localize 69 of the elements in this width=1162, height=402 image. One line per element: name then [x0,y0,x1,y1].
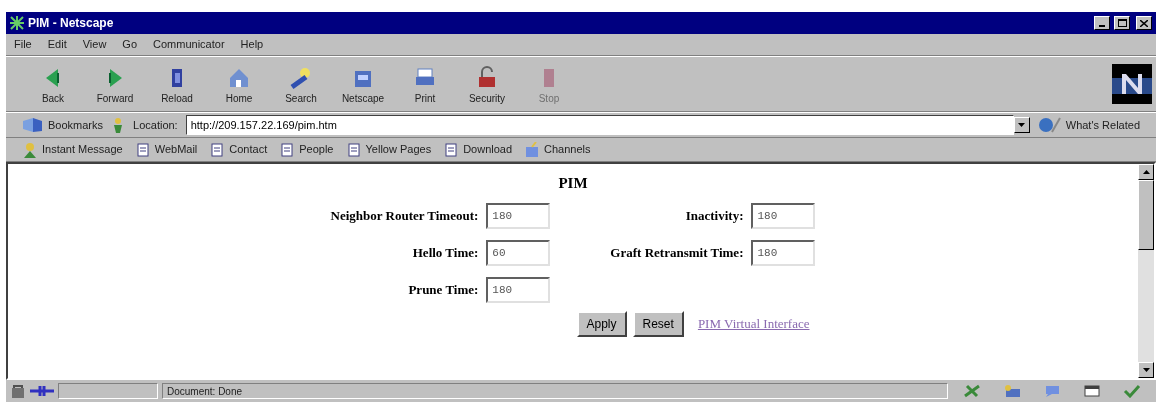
personal-toolbar-button[interactable]: Channels [524,141,591,158]
maximize-button[interactable] [1114,16,1130,30]
toolbar-button[interactable]: Netscape [332,62,394,106]
scroll-up-button[interactable] [1138,164,1154,180]
toolbar-button[interactable]: Print [394,62,456,106]
personal-toolbar-button[interactable]: Contact [209,141,268,158]
text-field[interactable]: 60 [486,239,551,266]
netscape-logo-icon [1112,64,1152,104]
toolbar-button[interactable]: Security [456,62,518,106]
caret-icon [1018,123,1026,127]
bookmarks-button[interactable]: Bookmarks [22,116,104,134]
menu-item[interactable]: File [14,36,32,53]
checkmark-icon[interactable] [1123,384,1141,398]
menu-item[interactable]: View [82,36,107,53]
field-label: Inactivity: [685,206,744,225]
page-heading: PIM [558,174,588,193]
field-label: Graft Retransmit Time: [610,243,744,262]
pim-virtual-interface-link[interactable]: PIM Virtual Interface [697,313,810,334]
down-arrow-icon [1142,368,1150,372]
bookmark-page-icon [134,141,151,158]
window-icon[interactable] [1083,384,1101,398]
close-button[interactable] [1136,16,1152,30]
field-label: Prune Time: [408,280,479,299]
scrollbar[interactable] [1138,164,1154,378]
bookmark-page-icon [279,141,296,158]
toolbar-button[interactable]: Forward [84,62,146,106]
text-field[interactable]: 180 [486,276,551,303]
toolbar-button[interactable]: Back [22,62,84,106]
menu-item[interactable]: Go [122,36,138,53]
status-text: Document: Done [167,384,243,399]
menu-item[interactable]: Edit [47,36,67,53]
text-field[interactable]: 180 [751,202,816,229]
mail-icon[interactable] [1003,384,1021,398]
form-button[interactable]: Reset [632,310,684,337]
menu-item[interactable]: Help [240,36,264,53]
bookmark-icon [22,117,44,133]
security-lock-icon [10,383,26,399]
bookmark-page-icon [345,141,362,158]
folder-icon [524,141,541,158]
scroll-thumb[interactable] [1138,180,1154,250]
personal-toolbar-button[interactable]: People [279,141,334,158]
url-field[interactable]: http://209.157.22.169/pim.htm [185,115,1014,135]
connection-icon [30,384,54,398]
close-icon [1140,19,1148,27]
window-title: PIM - Netscape [28,15,114,32]
personal-toolbar-button[interactable]: Yellow Pages [345,141,432,158]
form-button[interactable]: Apply [576,310,627,337]
scroll-down-button[interactable] [1138,362,1154,378]
bookmark-page-icon [209,141,226,158]
text-field[interactable]: 180 [751,239,816,266]
minimize-icon [1099,25,1105,27]
personal-toolbar-button[interactable]: Download [443,141,513,158]
person-icon [22,141,38,158]
menu-item[interactable]: Communicator [153,36,225,53]
maximize-icon [1117,19,1127,27]
whats-related-button[interactable]: What's Related [1037,116,1140,134]
personal-toolbar-button[interactable]: WebMail [134,141,198,158]
toolbar-button[interactable]: Home [208,62,270,106]
personal-toolbar-button[interactable]: Instant Message [22,141,123,158]
toolbar-button[interactable]: Search [270,62,332,106]
field-label: Hello Time: [412,243,479,262]
field-label: Neighbor Router Timeout: [330,206,479,225]
up-arrow-icon [1142,170,1150,174]
app-icon [10,16,24,30]
location-label: Location: [133,117,178,133]
bookmark-page-icon [443,141,460,158]
minimize-button[interactable] [1094,16,1110,30]
text-field[interactable]: 180 [486,202,551,229]
toolbar-button[interactable]: Reload [146,62,208,106]
